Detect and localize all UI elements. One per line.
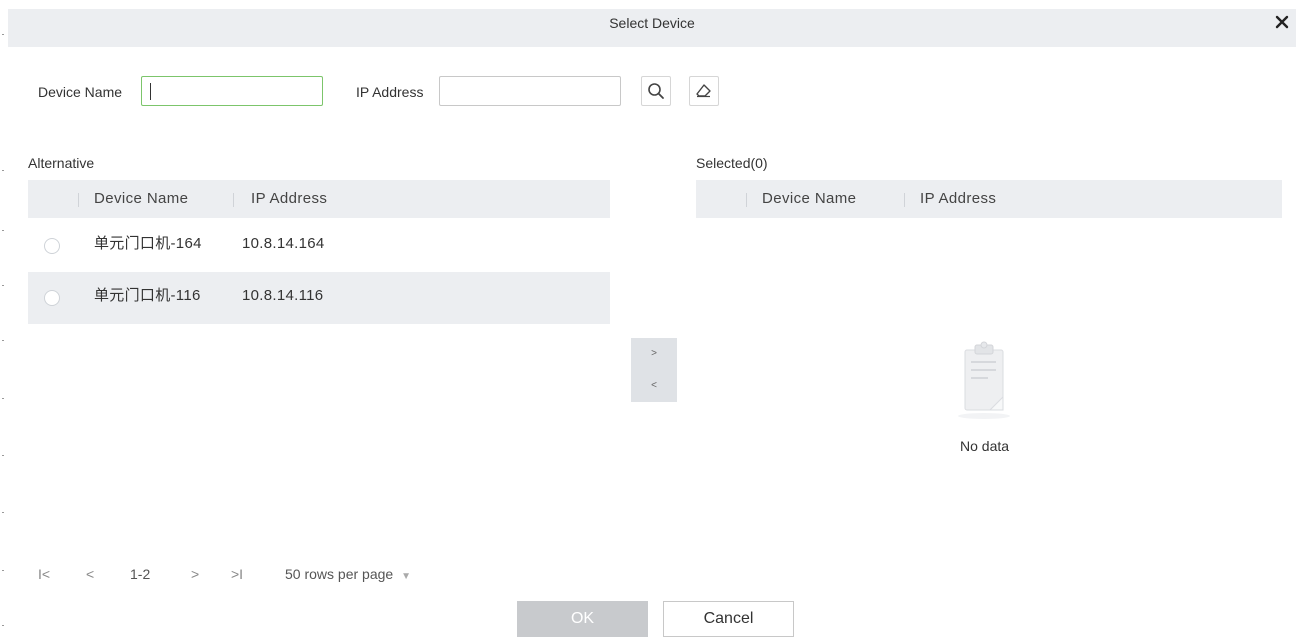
search-button[interactable] (641, 76, 671, 106)
left-edge-ticks (0, 0, 8, 640)
cancel-button[interactable]: Cancel (663, 601, 794, 637)
last-page-button[interactable]: >I (231, 566, 243, 582)
table-row[interactable]: 单元门口机-116 10.8.14.116 (28, 272, 610, 324)
column-divider (78, 193, 79, 207)
empty-clipboard-icon (956, 340, 1012, 420)
page-size-select[interactable]: 50 rows per page ▼ (285, 566, 411, 582)
alternative-table-header: Device Name IP Address (28, 180, 610, 218)
row-select-radio[interactable] (44, 290, 60, 306)
table-row[interactable]: 单元门口机-164 10.8.14.164 (28, 220, 610, 272)
dialog-title-bar: Select Device (8, 9, 1296, 47)
move-left-button[interactable]: < (631, 370, 677, 402)
column-header-ip-address[interactable]: IP Address (251, 180, 327, 218)
eraser-icon (696, 84, 711, 98)
clear-button[interactable] (689, 76, 719, 106)
selected-table-header: Device Name IP Address (696, 180, 1282, 218)
dialog-title: Select Device (609, 15, 695, 31)
text-caret (150, 83, 151, 100)
first-page-button[interactable]: I< (38, 566, 50, 582)
ip-address-filter-label: IP Address (356, 84, 424, 100)
column-divider (746, 193, 747, 207)
column-header-ip-address[interactable]: IP Address (920, 180, 996, 218)
device-name-cell: 单元门口机-116 (94, 287, 201, 304)
pagination: I< < 1-2 > >I 50 rows per page ▼ (0, 566, 520, 586)
column-header-device-name[interactable]: Device Name (762, 180, 856, 218)
next-page-button[interactable]: > (191, 566, 199, 582)
dropdown-arrow-icon: ▼ (401, 571, 411, 582)
prev-page-button[interactable]: < (86, 566, 94, 582)
ip-address-cell: 10.8.14.116 (242, 287, 324, 304)
search-icon (648, 83, 664, 99)
selected-section-label: Selected(0) (696, 155, 768, 171)
row-select-radio[interactable] (44, 238, 60, 254)
move-right-button[interactable]: > (631, 338, 677, 370)
column-header-device-name[interactable]: Device Name (94, 180, 188, 218)
column-divider (233, 193, 234, 207)
alternative-section-label: Alternative (28, 155, 95, 171)
device-name-cell: 单元门口机-164 (94, 235, 202, 252)
column-divider (904, 193, 905, 207)
page-size-label: 50 rows per page (285, 566, 394, 582)
no-data-text: No data (960, 438, 1010, 454)
ip-address-cell: 10.8.14.164 (242, 235, 325, 252)
page-range: 1-2 (130, 566, 151, 582)
close-icon[interactable] (1273, 13, 1291, 31)
device-name-input[interactable] (141, 76, 323, 106)
ok-button[interactable]: OK (517, 601, 648, 637)
ip-address-input[interactable] (439, 76, 621, 106)
device-name-filter-label: Device Name (38, 84, 123, 100)
